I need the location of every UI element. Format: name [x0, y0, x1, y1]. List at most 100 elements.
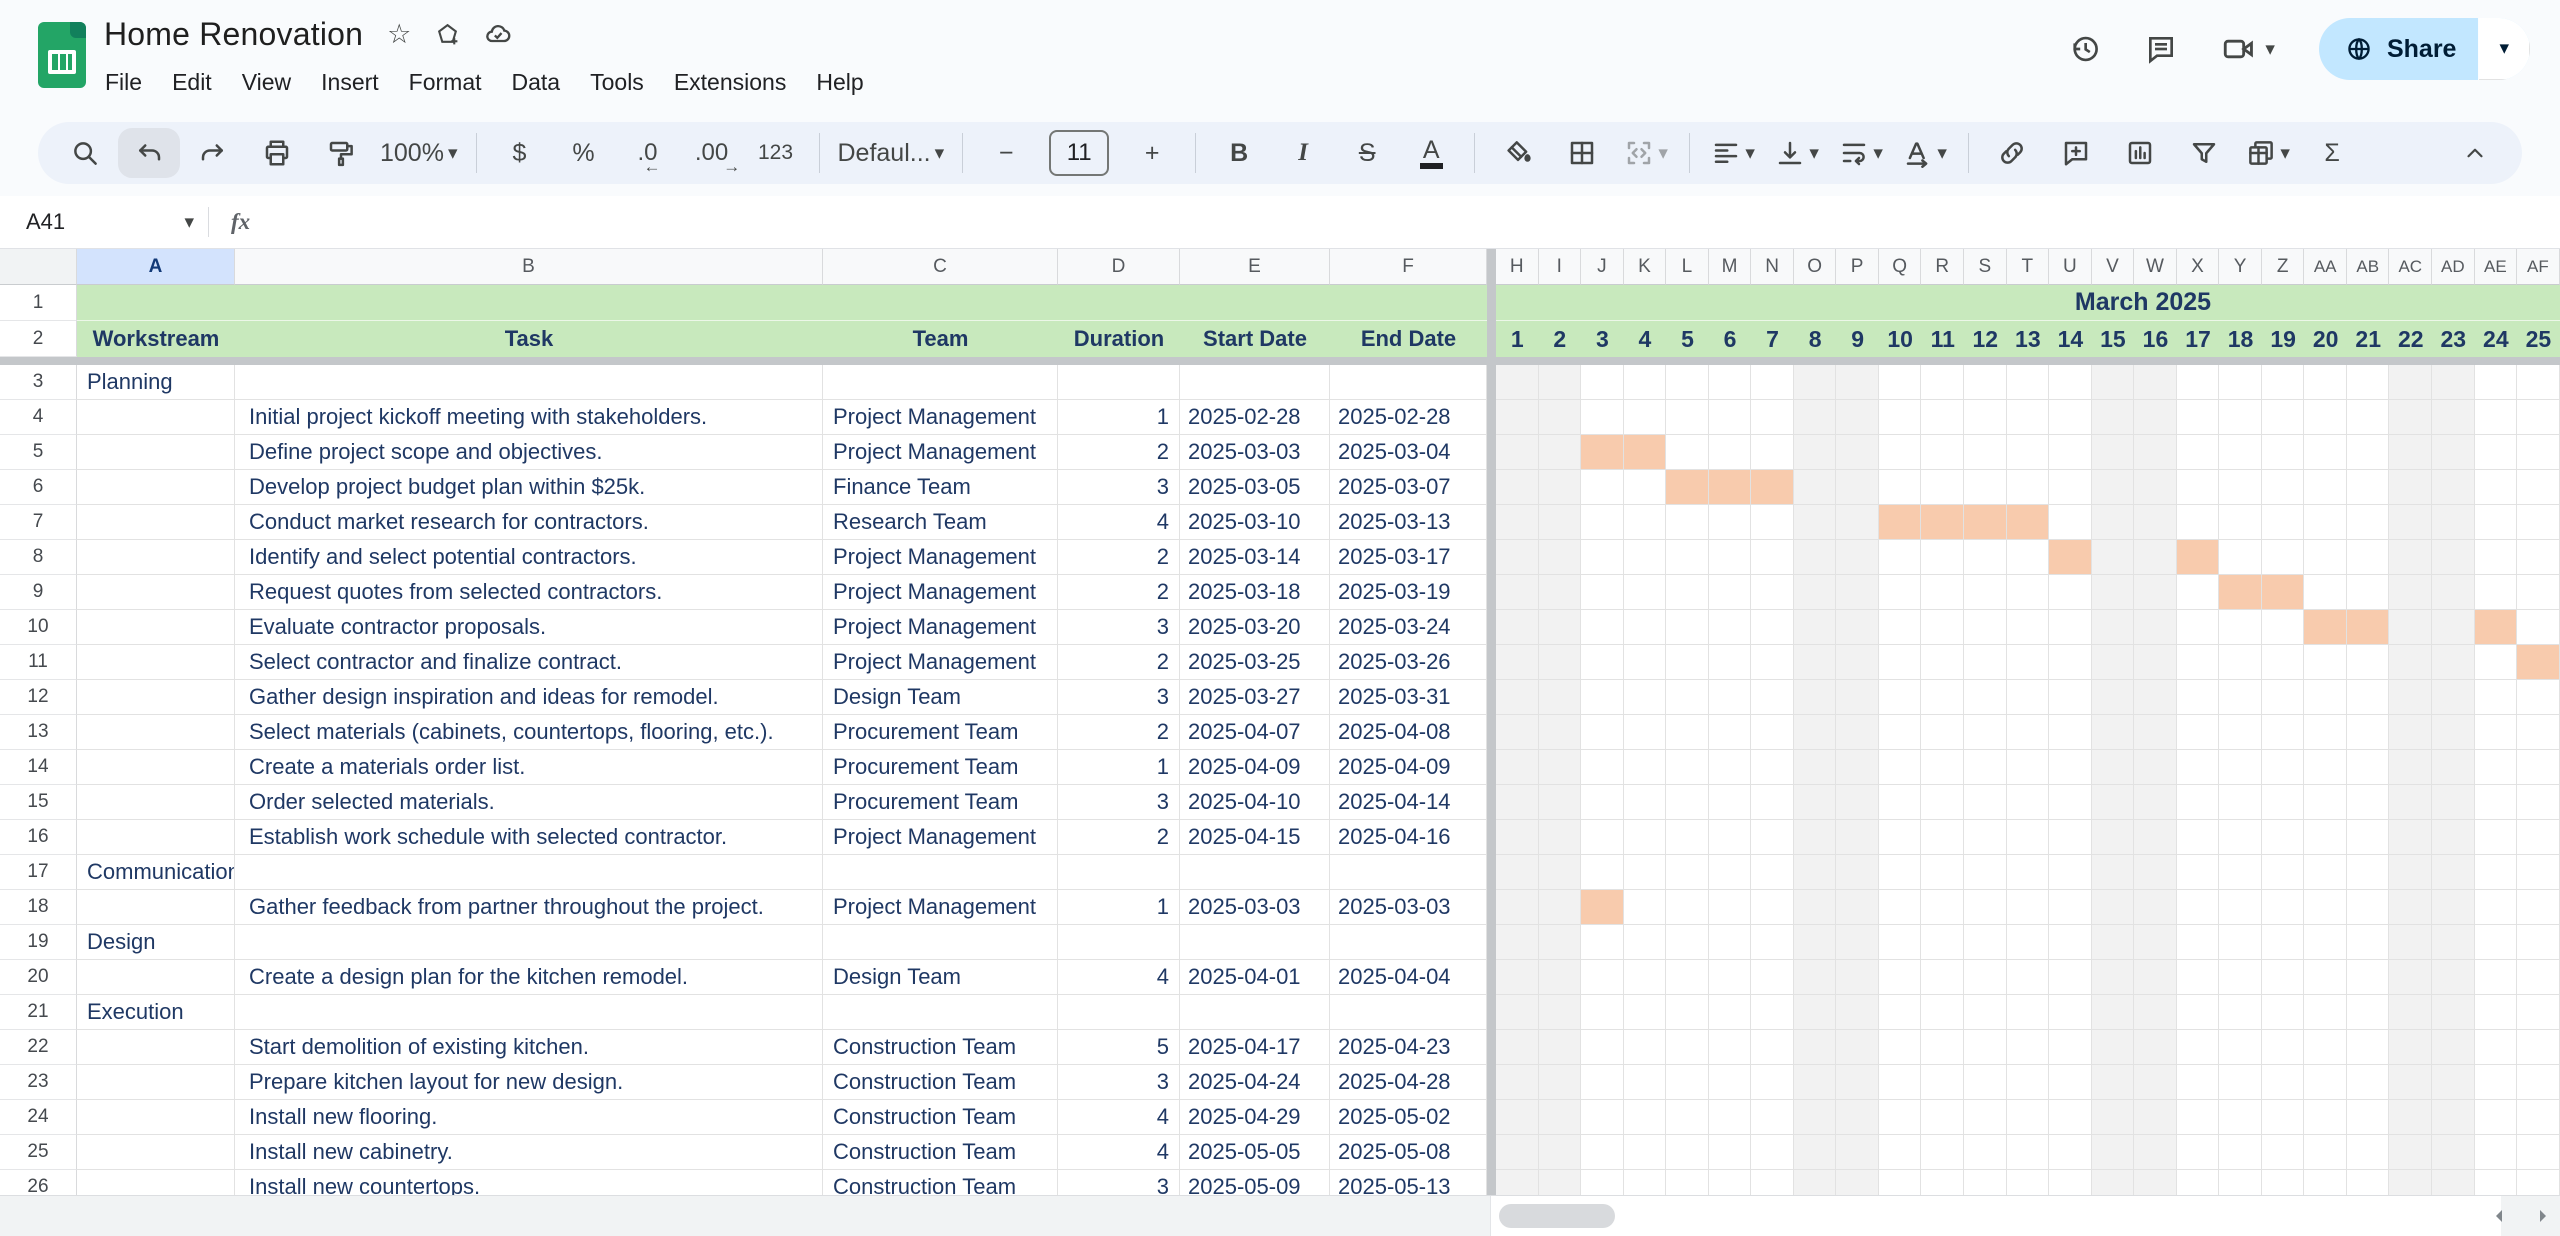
- gantt-cell[interactable]: [1794, 575, 1837, 610]
- gantt-cell[interactable]: [1794, 820, 1837, 855]
- gantt-cell[interactable]: [1581, 400, 1624, 435]
- gantt-cell[interactable]: [2347, 995, 2390, 1030]
- gantt-cell[interactable]: [1539, 645, 1582, 680]
- header-cell-duration[interactable]: Duration: [1058, 321, 1180, 357]
- menu-file[interactable]: File: [90, 63, 157, 102]
- column-header-S[interactable]: S: [1964, 249, 2007, 285]
- gantt-cell[interactable]: [1539, 610, 1582, 645]
- cell-task[interactable]: Order selected materials.: [235, 785, 823, 820]
- gantt-cell[interactable]: [2475, 575, 2518, 610]
- gantt-cell[interactable]: [2134, 960, 2177, 995]
- increase-decimals-button[interactable]: .00→: [681, 128, 743, 178]
- gantt-cell[interactable]: [1496, 610, 1539, 645]
- cell-workstream[interactable]: [77, 890, 235, 925]
- cell-start-date[interactable]: 2025-03-10: [1180, 505, 1330, 540]
- row-header-16[interactable]: 16: [0, 820, 77, 855]
- cell-duration[interactable]: [1058, 855, 1180, 890]
- gantt-cell[interactable]: [2219, 1135, 2262, 1170]
- gantt-cell[interactable]: [1624, 610, 1667, 645]
- cell-end-date[interactable]: 2025-05-08: [1330, 1135, 1487, 1170]
- gantt-cell[interactable]: [2092, 925, 2135, 960]
- gantt-cell[interactable]: [1921, 540, 1964, 575]
- cell-duration[interactable]: 4: [1058, 505, 1180, 540]
- gantt-cell[interactable]: [1666, 750, 1709, 785]
- row-header-23[interactable]: 23: [0, 1065, 77, 1100]
- gantt-cell[interactable]: [1666, 925, 1709, 960]
- gantt-cell[interactable]: [2389, 1065, 2432, 1100]
- gantt-cell[interactable]: [1794, 1100, 1837, 1135]
- gantt-cell[interactable]: [2304, 925, 2347, 960]
- gantt-cell[interactable]: [1921, 1100, 1964, 1135]
- cell-team[interactable]: Project Management: [823, 610, 1058, 645]
- cell-end-date[interactable]: 2025-03-31: [1330, 680, 1487, 715]
- day-header-cell[interactable]: 2: [1539, 321, 1582, 357]
- gantt-cell[interactable]: [1709, 1030, 1752, 1065]
- cell-end-date[interactable]: [1330, 925, 1487, 960]
- gantt-cell[interactable]: [2007, 610, 2050, 645]
- day-header-cell[interactable]: 12: [1964, 321, 2007, 357]
- row-header-6[interactable]: 6: [0, 470, 77, 505]
- gantt-cell[interactable]: [1836, 1065, 1879, 1100]
- gantt-cell[interactable]: [2177, 1100, 2220, 1135]
- row-header-22[interactable]: 22: [0, 1030, 77, 1065]
- cell-start-date[interactable]: [1180, 855, 1330, 890]
- gantt-cell[interactable]: [2219, 680, 2262, 715]
- gantt-cell[interactable]: [1709, 680, 1752, 715]
- gantt-cell[interactable]: [2049, 435, 2092, 470]
- gantt-cell[interactable]: [1539, 1135, 1582, 1170]
- gantt-cell[interactable]: [2389, 890, 2432, 925]
- gantt-cell[interactable]: [1709, 505, 1752, 540]
- gantt-cell[interactable]: [1921, 1030, 1964, 1065]
- gantt-cell[interactable]: [1794, 960, 1837, 995]
- cell-task[interactable]: [235, 855, 823, 890]
- gantt-cell[interactable]: [2389, 750, 2432, 785]
- gantt-cell[interactable]: [2304, 1100, 2347, 1135]
- gantt-cell[interactable]: [2389, 645, 2432, 680]
- gantt-cell[interactable]: [2134, 1135, 2177, 1170]
- gantt-cell[interactable]: [1496, 995, 1539, 1030]
- gantt-cell[interactable]: [1921, 680, 1964, 715]
- gantt-cell[interactable]: [1879, 365, 1922, 400]
- gantt-cell[interactable]: [1581, 855, 1624, 890]
- gantt-cell[interactable]: [2389, 855, 2432, 890]
- gantt-cell[interactable]: [1539, 820, 1582, 855]
- gantt-cell[interactable]: [2049, 1135, 2092, 1170]
- cell-task[interactable]: Select contractor and finalize contract.: [235, 645, 823, 680]
- more-formats-button[interactable]: 123: [745, 128, 807, 178]
- gantt-cell[interactable]: [2049, 1170, 2092, 1197]
- cell-start-date[interactable]: 2025-04-10: [1180, 785, 1330, 820]
- gantt-cell[interactable]: [2049, 1030, 2092, 1065]
- cell-start-date[interactable]: 2025-05-09: [1180, 1170, 1330, 1197]
- gantt-cell[interactable]: [1496, 1065, 1539, 1100]
- row-header-18[interactable]: 18: [0, 890, 77, 925]
- gantt-cell[interactable]: [1964, 400, 2007, 435]
- gantt-cell[interactable]: [1836, 470, 1879, 505]
- gantt-cell[interactable]: [1836, 540, 1879, 575]
- gantt-cell[interactable]: [2262, 680, 2305, 715]
- gantt-cell[interactable]: [2517, 785, 2560, 820]
- gantt-cell[interactable]: [2517, 750, 2560, 785]
- gantt-cell[interactable]: [2475, 470, 2518, 505]
- gantt-cell[interactable]: [2219, 1030, 2262, 1065]
- gantt-cell[interactable]: [2007, 1170, 2050, 1197]
- row-header-5[interactable]: 5: [0, 435, 77, 470]
- day-header-cell[interactable]: 25: [2517, 321, 2560, 357]
- column-header-T[interactable]: T: [2007, 249, 2050, 285]
- gantt-cell[interactable]: [2304, 890, 2347, 925]
- gantt-cell[interactable]: [2177, 1170, 2220, 1197]
- gantt-cell[interactable]: [2389, 505, 2432, 540]
- gantt-cell[interactable]: [1666, 610, 1709, 645]
- gantt-cell[interactable]: [1666, 1170, 1709, 1197]
- gantt-cell[interactable]: [1624, 1065, 1667, 1100]
- gantt-cell[interactable]: [1879, 1170, 1922, 1197]
- gantt-cell[interactable]: [1709, 715, 1752, 750]
- row-header-1[interactable]: 1: [0, 285, 77, 321]
- gantt-cell[interactable]: [2007, 890, 2050, 925]
- cell-end-date[interactable]: 2025-04-08: [1330, 715, 1487, 750]
- horizontal-align-button[interactable]: ▾: [1702, 128, 1764, 178]
- cell-duration[interactable]: 2: [1058, 435, 1180, 470]
- collapse-toolbar-button[interactable]: [2444, 128, 2506, 178]
- gantt-cell[interactable]: [1794, 365, 1837, 400]
- gantt-cell[interactable]: [2007, 820, 2050, 855]
- cell-workstream[interactable]: [77, 540, 235, 575]
